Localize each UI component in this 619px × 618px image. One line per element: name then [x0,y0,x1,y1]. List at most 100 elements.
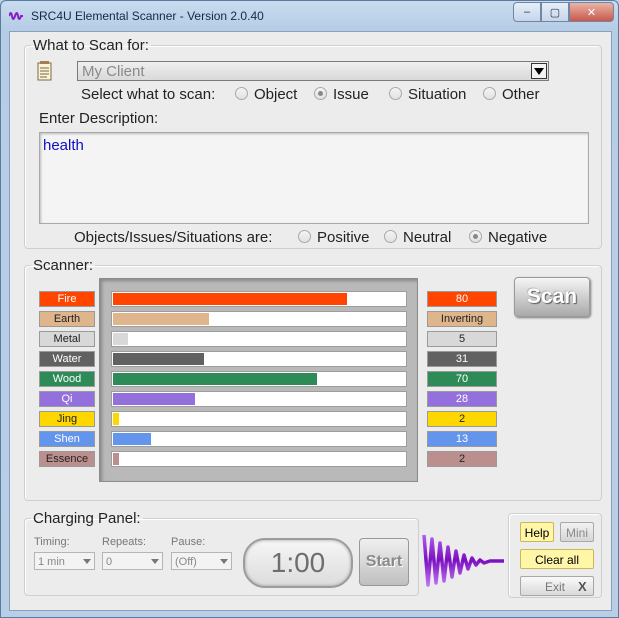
repeats-value: 0 [106,556,113,568]
scan-for-legend: What to Scan for: [33,37,149,54]
close-button[interactable]: ✕ [569,2,614,22]
bar-track-metal [111,331,407,347]
pause-select[interactable]: (Off) [171,552,232,570]
bar-track-essence [111,451,407,467]
radio-negative-circle[interactable] [469,230,482,243]
radio-situation[interactable]: Situation [389,86,466,103]
wave-logo-icon [422,534,504,587]
radio-object-circle[interactable] [235,87,248,100]
timing-label: Timing: [34,536,70,548]
maximize-button[interactable]: ▢ [541,2,569,22]
client-select-value: My Client [82,63,145,80]
bar-fill-metal [113,333,128,345]
radio-neutral-circle[interactable] [384,230,397,243]
radio-issue[interactable]: Issue [314,86,369,103]
element-label-water: Water [39,351,95,367]
repeats-chevron-icon [151,559,159,564]
element-label-essence: Essence [39,451,95,467]
radio-positive-label: Positive [317,229,370,246]
bar-track-qi [111,391,407,407]
exit-button[interactable]: Exit X [520,576,594,596]
app-window: SRC4U Elemental Scanner - Version 2.0.40… [0,0,619,618]
exit-x-icon: X [578,579,587,594]
bar-track-wood [111,371,407,387]
radio-object[interactable]: Object [235,86,297,103]
radio-issue-circle[interactable] [314,87,327,100]
radio-positive[interactable]: Positive [298,229,370,246]
bar-fill-shen [113,433,151,445]
start-button[interactable]: Start [359,538,409,586]
title-bar[interactable]: SRC4U Elemental Scanner - Version 2.0.40… [1,1,618,31]
timing-select[interactable]: 1 min [34,552,95,570]
radio-issue-label: Issue [333,86,369,103]
radio-situation-circle[interactable] [389,87,402,100]
element-label-wood: Wood [39,371,95,387]
element-value-earth: Inverting [427,311,497,327]
pause-label: Pause: [171,536,206,548]
client-select[interactable]: My Client [77,61,549,81]
help-button[interactable]: Help [520,522,554,542]
bar-track-earth [111,311,407,327]
bar-track-shen [111,431,407,447]
scanner-legend: Scanner: [33,257,94,274]
client-area: What to Scan for: My Client Select what … [9,31,612,611]
maximize-icon: ▢ [549,6,561,19]
scan-type-label: Select what to scan: [81,86,216,103]
bar-fill-water [113,353,204,365]
element-label-qi: Qi [39,391,95,407]
bar-track-jing [111,411,407,427]
bar-fill-fire [113,293,347,305]
close-icon: ✕ [586,6,597,19]
scan-button[interactable]: Scan [514,277,590,317]
element-value-metal: 5 [427,331,497,347]
timing-chevron-icon [83,559,91,564]
timer-display: 1:00 [243,538,353,588]
element-label-shen: Shen [39,431,95,447]
charging-legend: Charging Panel: [33,510,141,527]
element-value-wood: 70 [427,371,497,387]
clear-all-button[interactable]: Clear all [520,549,594,569]
element-value-essence: 2 [427,451,497,467]
bar-fill-wood [113,373,317,385]
element-value-fire: 80 [427,291,497,307]
element-value-shen: 13 [427,431,497,447]
description-text: health [43,137,84,154]
radio-negative[interactable]: Negative [469,229,547,246]
radio-neutral-label: Neutral [403,229,452,246]
bar-fill-earth [113,313,209,325]
element-label-jing: Jing [39,411,95,427]
notepad-icon[interactable] [37,61,53,81]
element-value-water: 31 [427,351,497,367]
pause-chevron-icon [220,559,228,564]
mini-button[interactable]: Mini [560,522,594,542]
radio-negative-label: Negative [488,229,548,246]
repeats-label: Repeats: [102,536,147,548]
radio-other-label: Other [502,86,540,103]
radio-neutral[interactable]: Neutral [384,229,451,246]
minimize-icon: – [523,6,531,18]
element-label-metal: Metal [39,331,95,347]
description-textarea[interactable]: health [39,132,589,224]
radio-situation-label: Situation [408,86,467,103]
polarity-label: Objects/Issues/Situations are: [74,229,273,246]
radio-positive-circle[interactable] [298,230,311,243]
window-title: SRC4U Elemental Scanner - Version 2.0.40 [31,9,264,23]
radio-object-label: Object [254,86,298,103]
timing-value: 1 min [38,556,65,568]
exit-label: Exit [545,580,566,594]
bar-fill-essence [113,453,119,465]
element-label-earth: Earth [39,311,95,327]
description-label: Enter Description: [39,110,159,127]
minimize-button[interactable]: – [513,2,541,22]
bar-fill-qi [113,393,195,405]
bar-track-water [111,351,407,367]
pause-value: (Off) [175,556,197,568]
element-label-fire: Fire [39,291,95,307]
element-value-jing: 2 [427,411,497,427]
repeats-select[interactable]: 0 [102,552,163,570]
bar-track-fire [111,291,407,307]
radio-other[interactable]: Other [483,86,540,103]
element-value-qi: 28 [427,391,497,407]
chevron-down-icon[interactable] [531,63,547,79]
radio-other-circle[interactable] [483,87,496,100]
